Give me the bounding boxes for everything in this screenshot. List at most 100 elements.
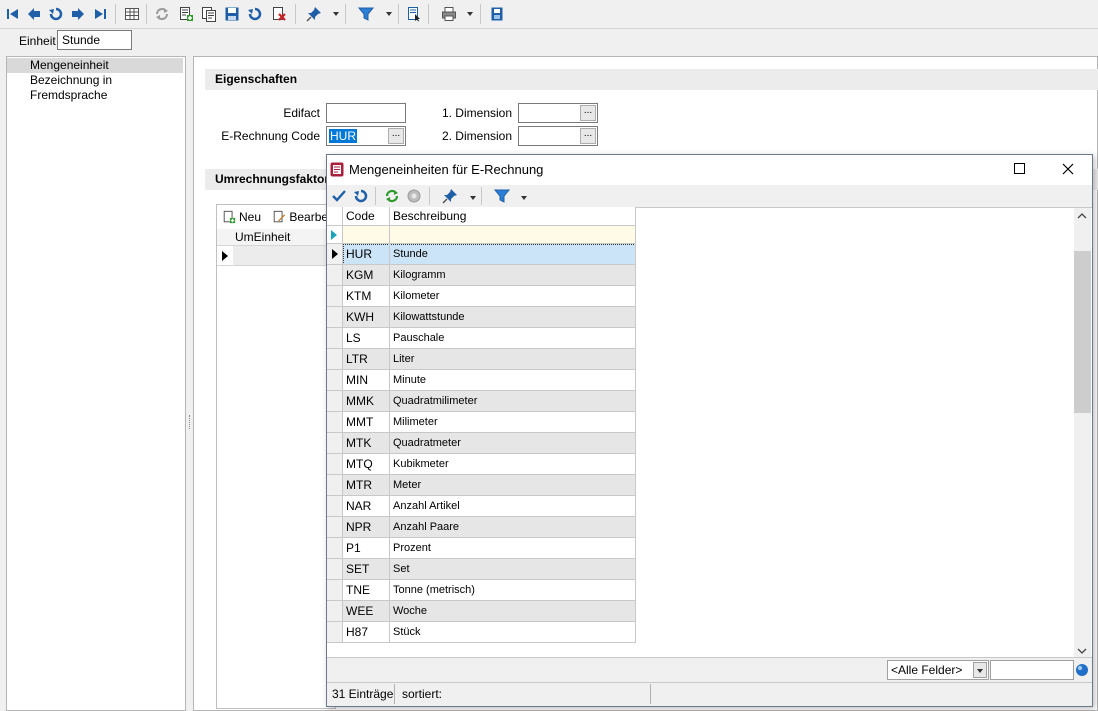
last-record-icon[interactable] — [91, 5, 109, 23]
row-selector[interactable] — [327, 559, 343, 580]
table-row-code[interactable]: LTR — [343, 349, 390, 370]
stop-icon[interactable] — [405, 187, 423, 205]
table-row-description[interactable]: Milimeter — [390, 412, 636, 433]
scroll-down-arrow[interactable] — [1077, 645, 1087, 655]
row-selector[interactable] — [327, 496, 343, 517]
row-selector[interactable] — [327, 370, 343, 391]
filter-search-input[interactable] — [990, 660, 1074, 680]
table-row-description[interactable]: Meter — [390, 475, 636, 496]
umrechnung-new-button[interactable]: Neu — [222, 209, 261, 225]
export-icon[interactable] — [488, 5, 506, 23]
new-row-code-cell[interactable] — [343, 226, 390, 244]
table-row-code[interactable]: H87 — [343, 622, 390, 643]
print-icon[interactable] — [440, 5, 458, 23]
table-row-description[interactable]: Woche — [390, 601, 636, 622]
row-selector[interactable] — [327, 286, 343, 307]
row-selector[interactable] — [327, 517, 343, 538]
undo-icon[interactable] — [47, 5, 65, 23]
table-row-description[interactable]: Pauschale — [390, 328, 636, 349]
undo-changes-icon[interactable] — [246, 5, 264, 23]
copy-record-icon[interactable] — [200, 5, 218, 23]
erechnung-code-field[interactable]: HUR ... — [326, 126, 406, 146]
table-row-code[interactable]: NAR — [343, 496, 390, 517]
table-row-description[interactable]: Quadratmeter — [390, 433, 636, 454]
filter-dropdown-arrow[interactable] — [386, 12, 392, 16]
edifact-field[interactable] — [326, 103, 406, 123]
table-row-code[interactable]: SET — [343, 559, 390, 580]
table-row-code[interactable]: TNE — [343, 580, 390, 601]
umrechnung-row-cell[interactable] — [233, 246, 336, 265]
table-row-code[interactable]: MTR — [343, 475, 390, 496]
umeinheit-column-header[interactable]: UmEinheit — [235, 230, 290, 244]
row-selector[interactable] — [327, 391, 343, 412]
umrechnung-row[interactable] — [217, 246, 336, 266]
dimension2-field[interactable]: ... — [518, 126, 598, 146]
dimension1-lookup-button[interactable]: ... — [580, 105, 596, 121]
table-row-code[interactable]: MIN — [343, 370, 390, 391]
table-row-description[interactable]: Kilometer — [390, 286, 636, 307]
table-row-description[interactable]: Liter — [390, 349, 636, 370]
row-selector[interactable] — [327, 328, 343, 349]
row-selector[interactable] — [327, 538, 343, 559]
table-row-code[interactable]: WEE — [343, 601, 390, 622]
table-row-description[interactable]: Kubikmeter — [390, 454, 636, 475]
umrechnung-edit-button[interactable]: Bearbe — [272, 209, 328, 225]
row-selector[interactable] — [327, 307, 343, 328]
beschreibung-column-header[interactable]: Beschreibung — [390, 207, 636, 226]
table-row-description[interactable]: Stück — [390, 622, 636, 643]
row-selector[interactable] — [327, 454, 343, 475]
refresh-icon[interactable] — [383, 187, 401, 205]
table-row-code[interactable]: KTM — [343, 286, 390, 307]
scrollbar-thumb[interactable] — [1074, 251, 1091, 413]
undo-icon[interactable] — [352, 187, 370, 205]
panel-splitter[interactable] — [186, 56, 193, 711]
filter-icon[interactable] — [357, 5, 375, 23]
confirm-icon[interactable] — [330, 187, 348, 205]
table-row-description[interactable]: Kilogramm — [390, 265, 636, 286]
table-row-code[interactable]: MMT — [343, 412, 390, 433]
previous-record-icon[interactable] — [25, 5, 43, 23]
row-selector[interactable] — [327, 412, 343, 433]
maximize-icon[interactable] — [1013, 162, 1026, 175]
refresh-icon[interactable] — [153, 5, 171, 23]
filter-field-dropdown-button[interactable] — [973, 662, 987, 678]
table-row-description[interactable]: Set — [390, 559, 636, 580]
splitter-grip[interactable] — [189, 415, 190, 429]
row-selector[interactable] — [327, 601, 343, 622]
code-column-header[interactable]: Code — [343, 207, 390, 226]
table-row-code[interactable]: KGM — [343, 265, 390, 286]
table-row-code[interactable]: NPR — [343, 517, 390, 538]
table-row-description[interactable]: Anzahl Paare — [390, 517, 636, 538]
row-selector[interactable] — [327, 349, 343, 370]
pin-icon[interactable] — [305, 5, 323, 23]
next-record-icon[interactable] — [69, 5, 87, 23]
new-row-desc-cell[interactable] — [390, 226, 636, 244]
table-row-description[interactable]: Anzahl Artikel — [390, 496, 636, 517]
table-row-code[interactable]: MTK — [343, 433, 390, 454]
table-row-description[interactable]: Prozent — [390, 538, 636, 559]
filter-icon[interactable] — [493, 187, 511, 205]
row-selector[interactable] — [327, 433, 343, 454]
document-icon[interactable] — [405, 5, 423, 23]
table-row-description[interactable]: Stunde — [390, 244, 636, 265]
tree-item-fremdsprache[interactable]: Bezeichnung in Fremdsprache — [7, 73, 183, 102]
save-icon[interactable] — [223, 5, 241, 23]
dimension2-lookup-button[interactable]: ... — [580, 128, 596, 144]
table-row-code[interactable]: MMK — [343, 391, 390, 412]
table-row-description[interactable]: Tonne (metrisch) — [390, 580, 636, 601]
table-row-description[interactable]: Quadratmilimeter — [390, 391, 636, 412]
first-record-icon[interactable] — [4, 5, 22, 23]
table-row-description[interactable]: Kilowattstunde — [390, 307, 636, 328]
filter-field-select[interactable]: <Alle Felder> — [887, 660, 989, 680]
row-selector[interactable] — [327, 475, 343, 496]
filter-dropdown-arrow[interactable] — [521, 196, 527, 200]
table-view-icon[interactable] — [123, 5, 141, 23]
pin-icon[interactable] — [441, 187, 459, 205]
einheit-field[interactable]: Stunde — [57, 30, 132, 50]
table-row-code[interactable]: KWH — [343, 307, 390, 328]
delete-icon[interactable] — [270, 5, 288, 23]
close-icon[interactable] — [1061, 162, 1075, 176]
row-selector[interactable] — [327, 244, 343, 265]
row-selector[interactable] — [327, 580, 343, 601]
erechnung-code-lookup-button[interactable]: ... — [388, 128, 404, 144]
